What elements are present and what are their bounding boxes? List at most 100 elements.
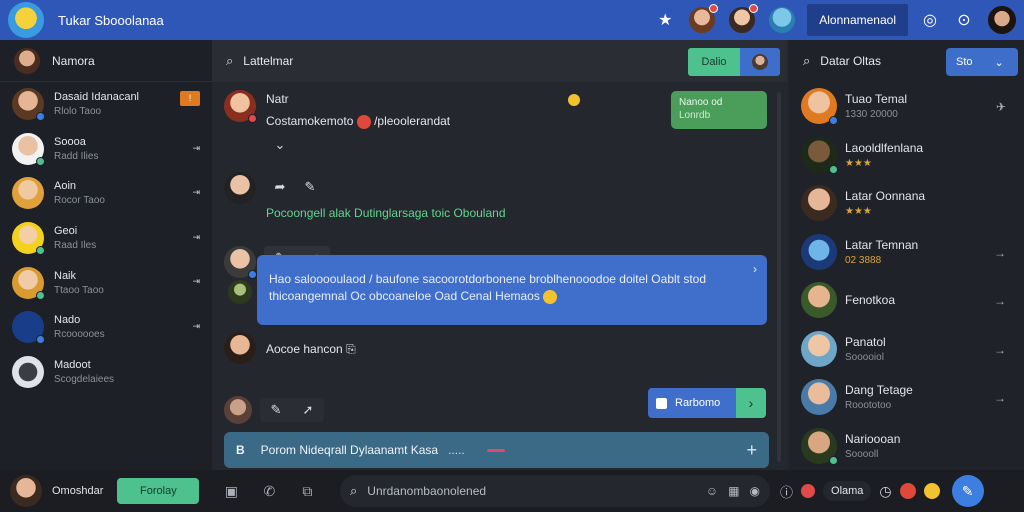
message-text: /pleoolerandat bbox=[374, 114, 451, 128]
info-icon[interactable]: ⓘ bbox=[780, 482, 793, 501]
contacts-icon[interactable]: ▣ bbox=[219, 479, 243, 503]
compose-fab[interactable]: ✎ bbox=[951, 475, 984, 507]
status-pill[interactable]: Olama bbox=[823, 481, 872, 501]
user-avatar[interactable] bbox=[986, 4, 1018, 36]
arrow-right-icon[interactable]: → bbox=[994, 246, 1006, 260]
search-icon[interactable]: ⌕ bbox=[226, 53, 233, 69]
search-bar[interactable]: ⌕ Unrdanombaonolened ☺ ▦ ◉ bbox=[340, 475, 770, 507]
contact-item[interactable]: Dasaid Idanacanl Rlolo Taoo ! bbox=[0, 82, 212, 127]
search-icon[interactable]: ⌕ bbox=[803, 53, 810, 69]
contact-item[interactable]: Naik Ttaoo Taoo ⇥ bbox=[0, 260, 212, 305]
message: Natr Costamokemoto /pleoolerandat ⌄ bbox=[224, 90, 624, 152]
avatar[interactable] bbox=[224, 246, 257, 279]
chat-icon[interactable]: ◎ bbox=[918, 8, 942, 32]
message-text: Pocoongell alak Dutinglarsaga toic Oboul… bbox=[266, 206, 506, 220]
contact-item[interactable]: Geoi Raad Iles ⇥ bbox=[0, 216, 212, 261]
phone-icon[interactable]: ✆ bbox=[257, 479, 281, 503]
people-header: ⌕ Datar Oltas Sto ⌄ bbox=[789, 40, 1024, 82]
search-input[interactable]: Unrdanombaonolened bbox=[367, 484, 486, 498]
emoji-icon[interactable] bbox=[899, 483, 916, 499]
person-item[interactable]: Narioooan Sooooll bbox=[789, 422, 1024, 471]
filter-button[interactable]: Sto ⌄ bbox=[946, 48, 1018, 76]
person-item[interactable]: Dang Tetage Rooototoo → bbox=[789, 373, 1024, 422]
avatar[interactable] bbox=[727, 4, 759, 35]
emoji-icon bbox=[543, 289, 558, 304]
app-logo[interactable] bbox=[8, 2, 44, 38]
arrow-right-icon[interactable]: → bbox=[994, 391, 1006, 405]
avatar bbox=[801, 330, 837, 367]
reply-icon[interactable]: ➦ bbox=[266, 176, 294, 198]
add-icon[interactable]: + bbox=[746, 440, 757, 461]
emoji-icon[interactable] bbox=[923, 483, 940, 499]
chat-action-button[interactable]: Dalio bbox=[688, 48, 740, 76]
avatar[interactable] bbox=[767, 5, 798, 35]
clock-icon[interactable]: ◷ bbox=[879, 483, 891, 500]
contact-item[interactable]: Aoin Rocor Taoo ⇥ bbox=[0, 171, 212, 216]
send-pill[interactable]: Rarbomo › bbox=[648, 388, 766, 418]
heart-icon[interactable] bbox=[801, 484, 816, 498]
contact-item[interactable]: Madoot Scogdelaiees bbox=[0, 350, 212, 395]
attachment-icon[interactable]: ⎘ bbox=[346, 342, 356, 356]
person-sub: Sooooll bbox=[845, 448, 879, 460]
chevron-right-icon[interactable]: › bbox=[753, 261, 757, 278]
person-item[interactable]: Latar Temnan 02 3888 → bbox=[789, 228, 1024, 277]
person-name: Latar Oonnana bbox=[845, 189, 926, 204]
avatar[interactable] bbox=[687, 4, 719, 35]
compose-bar[interactable]: B Porom Nideqrall Dylaanamt Kasa ..... + bbox=[224, 432, 769, 468]
avatar bbox=[801, 136, 838, 174]
avatar bbox=[12, 88, 45, 122]
avatar bbox=[801, 233, 837, 270]
avatar bbox=[801, 379, 837, 416]
record-icon[interactable]: ◉ bbox=[750, 484, 760, 498]
person-sub: 1330 20000 bbox=[845, 109, 898, 121]
chevron-down-icon[interactable]: ⌄ bbox=[266, 134, 294, 156]
chat-panel: ⌕ Lattelmar Dalio Natr Costamokemoto /pl… bbox=[212, 40, 787, 470]
status-button[interactable]: Forolay bbox=[117, 478, 200, 504]
checkbox-icon[interactable] bbox=[656, 397, 667, 409]
contact-name: Soooa bbox=[54, 135, 86, 148]
profile-name[interactable]: Alonnamenaol bbox=[807, 4, 908, 36]
image-icon[interactable]: ▦ bbox=[728, 484, 739, 498]
avatar-button[interactable] bbox=[740, 48, 780, 76]
person-item[interactable]: Tuao Temal 1330 20000 ✈ bbox=[789, 82, 1024, 131]
bold-icon[interactable]: B bbox=[236, 443, 245, 457]
avatar[interactable] bbox=[224, 90, 257, 123]
avatar[interactable] bbox=[14, 47, 40, 74]
contact-preview: Raad Iles bbox=[54, 240, 97, 252]
arrow-right-icon[interactable]: → bbox=[994, 343, 1006, 357]
emoji-icon[interactable]: ☺ bbox=[706, 484, 718, 498]
avatar[interactable] bbox=[224, 172, 256, 204]
typing-indicator bbox=[486, 448, 505, 452]
person-item[interactable]: Fenotkoa → bbox=[789, 276, 1024, 325]
person-item[interactable]: Latar Oonnana ★★★ bbox=[789, 179, 1024, 228]
chevron-down-icon: ⌄ bbox=[994, 56, 1004, 69]
avatar[interactable] bbox=[228, 280, 252, 304]
send-icon[interactable]: › bbox=[736, 388, 766, 418]
contact-item[interactable]: Soooa Radd Ilies ⇥ bbox=[0, 127, 212, 172]
avatar[interactable] bbox=[224, 396, 252, 424]
settings-icon[interactable]: ⊙ bbox=[952, 8, 976, 32]
arrow-right-icon[interactable]: → bbox=[994, 294, 1006, 308]
person-name: Latar Temnan bbox=[845, 237, 919, 252]
video-icon[interactable]: ⧉ bbox=[295, 479, 319, 503]
edit-icon[interactable]: ✎ bbox=[266, 399, 286, 421]
message: ➦ ✎ Pocoongell alak Dutinglarsaga toic O… bbox=[224, 172, 624, 222]
contact-preview: Ttaoo Taoo bbox=[54, 284, 104, 296]
compose-input[interactable]: Porom Nideqrall Dylaanamt Kasa bbox=[261, 443, 438, 457]
emoji-icon bbox=[356, 114, 371, 129]
avatar bbox=[801, 427, 838, 465]
avatar bbox=[752, 54, 768, 70]
contact-item[interactable]: Nado Rcoooooes ⇥ bbox=[0, 305, 212, 350]
share-icon[interactable]: ➚ bbox=[298, 399, 318, 421]
person-item[interactable]: Laooldlfenlana ★★★ bbox=[789, 131, 1024, 180]
reply-bubble[interactable]: Nanoo od Lonrdb bbox=[671, 91, 767, 129]
scrollbar[interactable] bbox=[777, 92, 781, 462]
edit-icon[interactable]: ✎ bbox=[296, 176, 324, 198]
star-icon[interactable]: ★ bbox=[653, 8, 677, 32]
person-item[interactable]: Panatol Sooooiol → bbox=[789, 325, 1024, 374]
contact-preview: Rlolo Taoo bbox=[54, 106, 102, 118]
user-avatar[interactable] bbox=[10, 475, 42, 507]
pin-icon[interactable]: ✈ bbox=[996, 100, 1006, 114]
message-bubble[interactable]: Hao salooooulaod / baufone sacoorotdorbo… bbox=[257, 255, 767, 325]
avatar[interactable] bbox=[224, 332, 256, 364]
